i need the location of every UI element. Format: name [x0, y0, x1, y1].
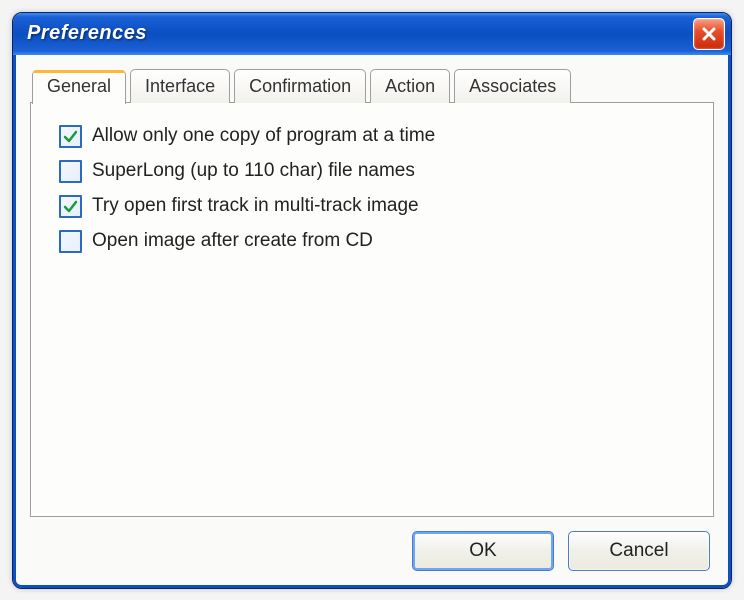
button-label: OK — [469, 540, 496, 562]
tab-confirmation[interactable]: Confirmation — [234, 69, 366, 103]
close-icon — [701, 26, 717, 42]
checkbox-try-open-first[interactable] — [59, 195, 82, 218]
tab-interface[interactable]: Interface — [130, 69, 230, 103]
option-row: Open image after create from CD — [59, 230, 685, 253]
titlebar[interactable]: Preferences — [13, 13, 731, 55]
button-label: Cancel — [609, 540, 668, 562]
option-label: Allow only one copy of program at a time — [92, 125, 435, 147]
preferences-dialog: Preferences General Interface Confirmat — [12, 12, 732, 589]
option-label: Open image after create from CD — [92, 230, 373, 252]
client-area: General Interface Confirmation Action As… — [13, 55, 731, 588]
tab-label: Associates — [469, 76, 556, 96]
tab-label: General — [47, 76, 111, 96]
tab-label: Confirmation — [249, 76, 351, 96]
tab-general[interactable]: General — [32, 70, 126, 104]
window-title: Preferences — [27, 22, 693, 45]
tabpanel-general: Allow only one copy of program at a time… — [30, 102, 714, 517]
option-row: Allow only one copy of program at a time — [59, 125, 685, 148]
option-row: Try open first track in multi-track imag… — [59, 195, 685, 218]
option-row: SuperLong (up to 110 char) file names — [59, 160, 685, 183]
option-label: SuperLong (up to 110 char) file names — [92, 160, 415, 182]
checkbox-superlong[interactable] — [59, 160, 82, 183]
tab-action[interactable]: Action — [370, 69, 450, 103]
dialog-buttons: OK Cancel — [30, 517, 714, 571]
close-button[interactable] — [693, 18, 725, 50]
tab-associates[interactable]: Associates — [454, 69, 571, 103]
ok-button[interactable]: OK — [412, 531, 554, 571]
checkbox-open-after-create[interactable] — [59, 230, 82, 253]
cancel-button[interactable]: Cancel — [568, 531, 710, 571]
option-label: Try open first track in multi-track imag… — [92, 195, 419, 217]
tabstrip: General Interface Confirmation Action As… — [36, 69, 714, 103]
tab-label: Interface — [145, 76, 215, 96]
checkbox-allow-one-copy[interactable] — [59, 125, 82, 148]
tab-label: Action — [385, 76, 435, 96]
